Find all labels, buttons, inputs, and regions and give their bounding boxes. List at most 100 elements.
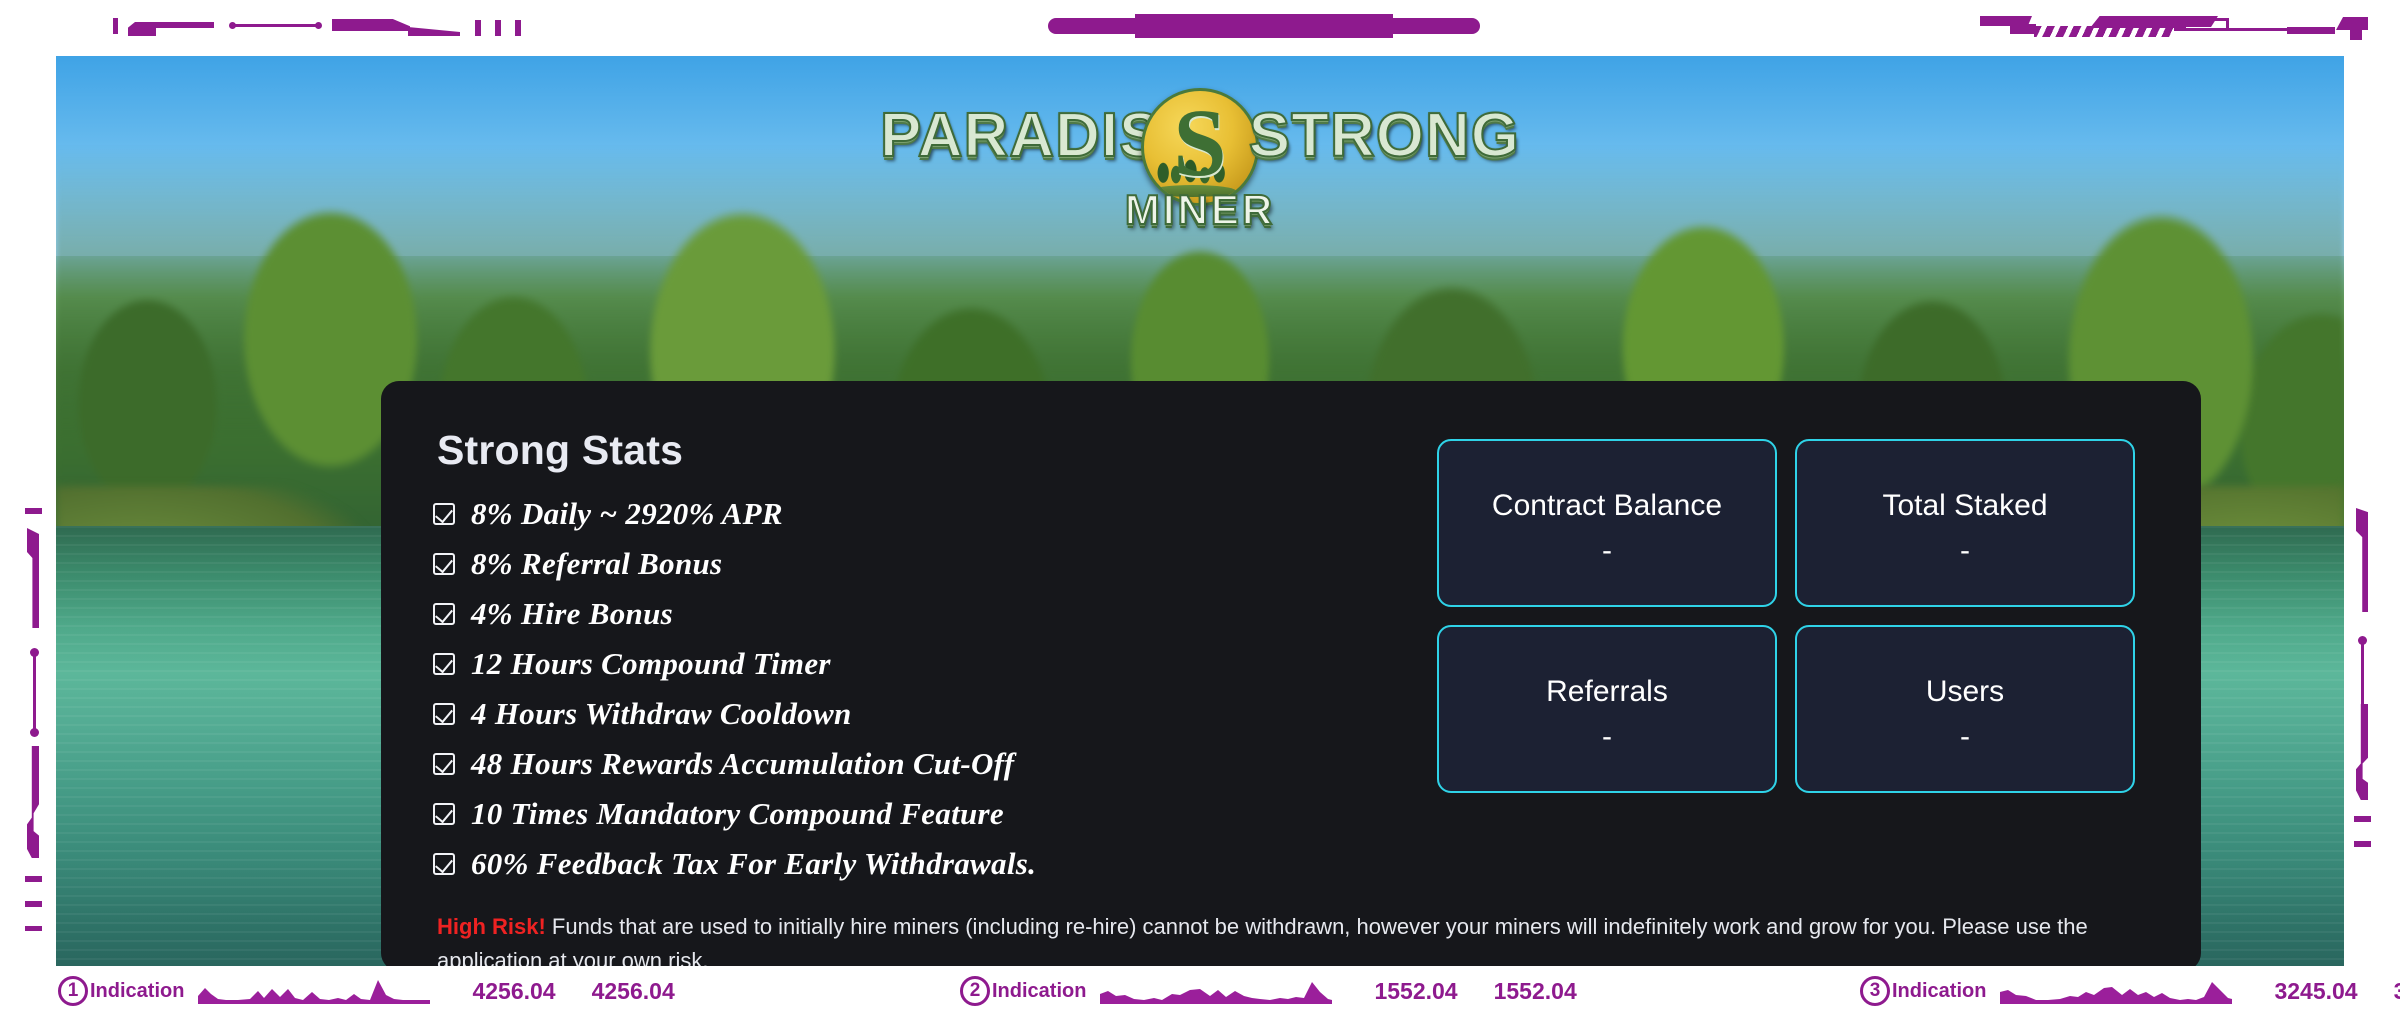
edge-mark [25,508,42,514]
chrome-mark [515,20,521,36]
indication-label: Indication [1892,979,1987,1002]
chrome-mark [315,22,322,29]
checkbox-checked-icon [433,653,455,675]
page-root: PARADISE S STRONG MINER Strong Stats 8% … [0,0,2400,1016]
list-item: 8% Daily ~ 2920% APR [433,496,1413,532]
chrome-mark [113,18,118,34]
strong-stats-panel: Strong Stats 8% Daily ~ 2920% APR 8% Ref… [381,381,2201,974]
edge-mark [27,528,39,628]
indication-label: Indication [992,979,1087,1002]
chrome-mark [232,24,320,27]
indication-number-badge: 3 [1860,976,1890,1006]
edge-mark [2354,816,2371,822]
chrome-mark [475,20,481,36]
list-item: 12 Hours Compound Timer [433,646,1413,682]
checkbox-checked-icon [433,603,455,625]
checkbox-checked-icon [433,853,455,875]
stat-text: 4% Hire Bonus [471,596,673,631]
metric-card-value: - [1960,534,1970,567]
chrome-mark [2350,28,2362,40]
left-edge-obscured[interactable] [0,56,56,986]
edge-mark [25,901,42,907]
indication-value-b: 3245.04 [2393,977,2400,1004]
chrome-mark [2287,27,2335,34]
emblem-letter: S [1173,89,1227,197]
indication-label: Indication [90,979,185,1002]
list-item: 60% Feedback Tax For Early Withdrawals. [433,846,1413,882]
edge-mark [25,926,42,931]
logo-subtitle: MINER [1124,185,1276,234]
status-bar: 1 Indication 4256.04 4256.04 2 Indicatio… [0,966,2400,1016]
indication-group-2[interactable]: 2 Indication 1552.04 1552.04 [960,976,1577,1006]
list-item: 48 Hours Rewards Accumulation Cut-Off [433,746,1413,782]
metric-card-value: - [1960,720,1970,753]
panel-left-column: Strong Stats 8% Daily ~ 2920% APR 8% Ref… [433,427,1413,896]
risk-disclaimer-text: Funds that are used to initially hire mi… [437,914,2088,974]
metric-card-contract-balance[interactable]: Contract Balance - [1437,439,1777,607]
stat-text: 10 Times Mandatory Compound Feature [471,796,1004,831]
edge-mark [2356,704,2368,800]
metric-card-value: - [1602,534,1612,567]
edge-mark [2361,644,2364,710]
chrome-mark [408,27,460,36]
logo-wordmark-row: PARADISE S STRONG [879,88,1520,206]
metric-card-label: Users [1925,675,2005,708]
edge-mark [2356,508,2368,612]
stat-text: 60% Feedback Tax For Early Withdrawals. [471,846,1037,881]
indication-value-b: 1552.04 [1493,977,1577,1004]
indication-group-1[interactable]: 1 Indication 4256.04 4256.04 [58,976,675,1006]
chrome-mark [2174,28,2292,31]
edge-mark [33,656,36,734]
edge-mark [2354,841,2371,847]
chrome-mark [332,19,410,31]
metric-card-total-staked[interactable]: Total Staked - [1795,439,2135,607]
hero-background-photo: PARADISE S STRONG MINER Strong Stats 8% … [56,56,2344,986]
stat-text: 8% Referral Bonus [471,546,723,581]
chrome-mark [2010,24,2036,34]
panel-right-column: Contract Balance - Total Staked - Referr… [1413,427,2149,896]
stat-text: 12 Hours Compound Timer [471,646,831,681]
sparkline-chart [198,980,431,1004]
indication-value-a: 4256.04 [472,977,556,1004]
right-edge-obscured[interactable] [2344,56,2400,986]
edge-mark [27,746,39,858]
checkbox-checked-icon [433,553,455,575]
edge-mark [30,728,39,737]
checkbox-checked-icon [433,503,455,525]
chrome-mark [2226,18,2229,30]
indication-number-badge: 2 [960,976,990,1006]
edge-mark [25,876,42,882]
indication-number-badge: 1 [58,976,88,1006]
chrome-mark [495,20,501,36]
metric-card-value: - [1602,720,1612,753]
address-bar-obscured[interactable] [1135,14,1393,20]
metric-card-referrals[interactable]: Referrals - [1437,625,1777,793]
browser-chrome-top-obscured[interactable] [0,0,2400,56]
indication-value-a: 3245.04 [2274,977,2358,1004]
chrome-mark [152,22,214,28]
checkbox-checked-icon [433,753,455,775]
list-item: 10 Times Mandatory Compound Feature [433,796,1413,832]
metric-card-label: Contract Balance [1491,489,1723,522]
metric-card-grid: Contract Balance - Total Staked - Referr… [1437,439,2149,793]
list-item: 8% Referral Bonus [433,546,1413,582]
address-bar-obscured[interactable] [1135,32,1393,38]
stat-text: 4 Hours Withdraw Cooldown [471,696,852,731]
stat-text: 48 Hours Rewards Accumulation Cut-Off [471,746,1015,781]
metric-card-label: Total Staked [1882,489,2048,522]
indication-group-3[interactable]: 3 Indication 3245.04 3245.04 [1860,976,2400,1006]
page-title: Strong Stats [437,427,684,473]
list-item: 4% Hire Bonus [433,596,1413,632]
list-item: 4 Hours Withdraw Cooldown [433,696,1413,732]
logo-word-strong: STRONG [1248,100,1520,171]
site-logo[interactable]: PARADISE S STRONG MINER [879,88,1520,280]
stat-text: 8% Daily ~ 2920% APR [471,496,783,531]
metric-card-label: Referrals [1546,675,1668,708]
metric-card-users[interactable]: Users - [1795,625,2135,793]
sparkline-chart [2000,982,2233,1004]
panel-body: Strong Stats 8% Daily ~ 2920% APR 8% Ref… [433,427,2149,896]
sparkline-chart [1100,982,1333,1004]
chrome-mark [2206,18,2228,21]
indication-value-a: 1552.04 [1374,977,1458,1004]
checkbox-checked-icon [433,703,455,725]
